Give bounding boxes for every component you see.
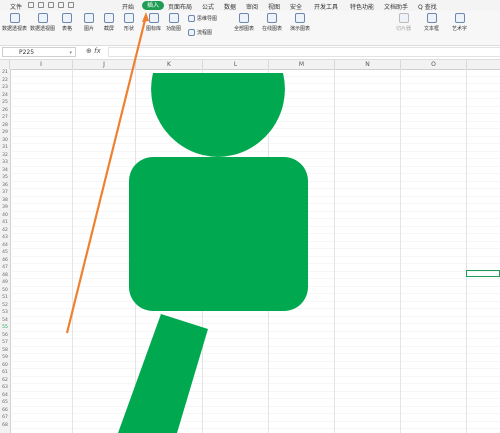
arrowhead-icon (142, 12, 149, 22)
head-shape[interactable] (151, 73, 285, 157)
leg-shape[interactable] (118, 314, 208, 433)
body-shape[interactable] (129, 157, 308, 311)
figure-drawing (65, 12, 308, 433)
